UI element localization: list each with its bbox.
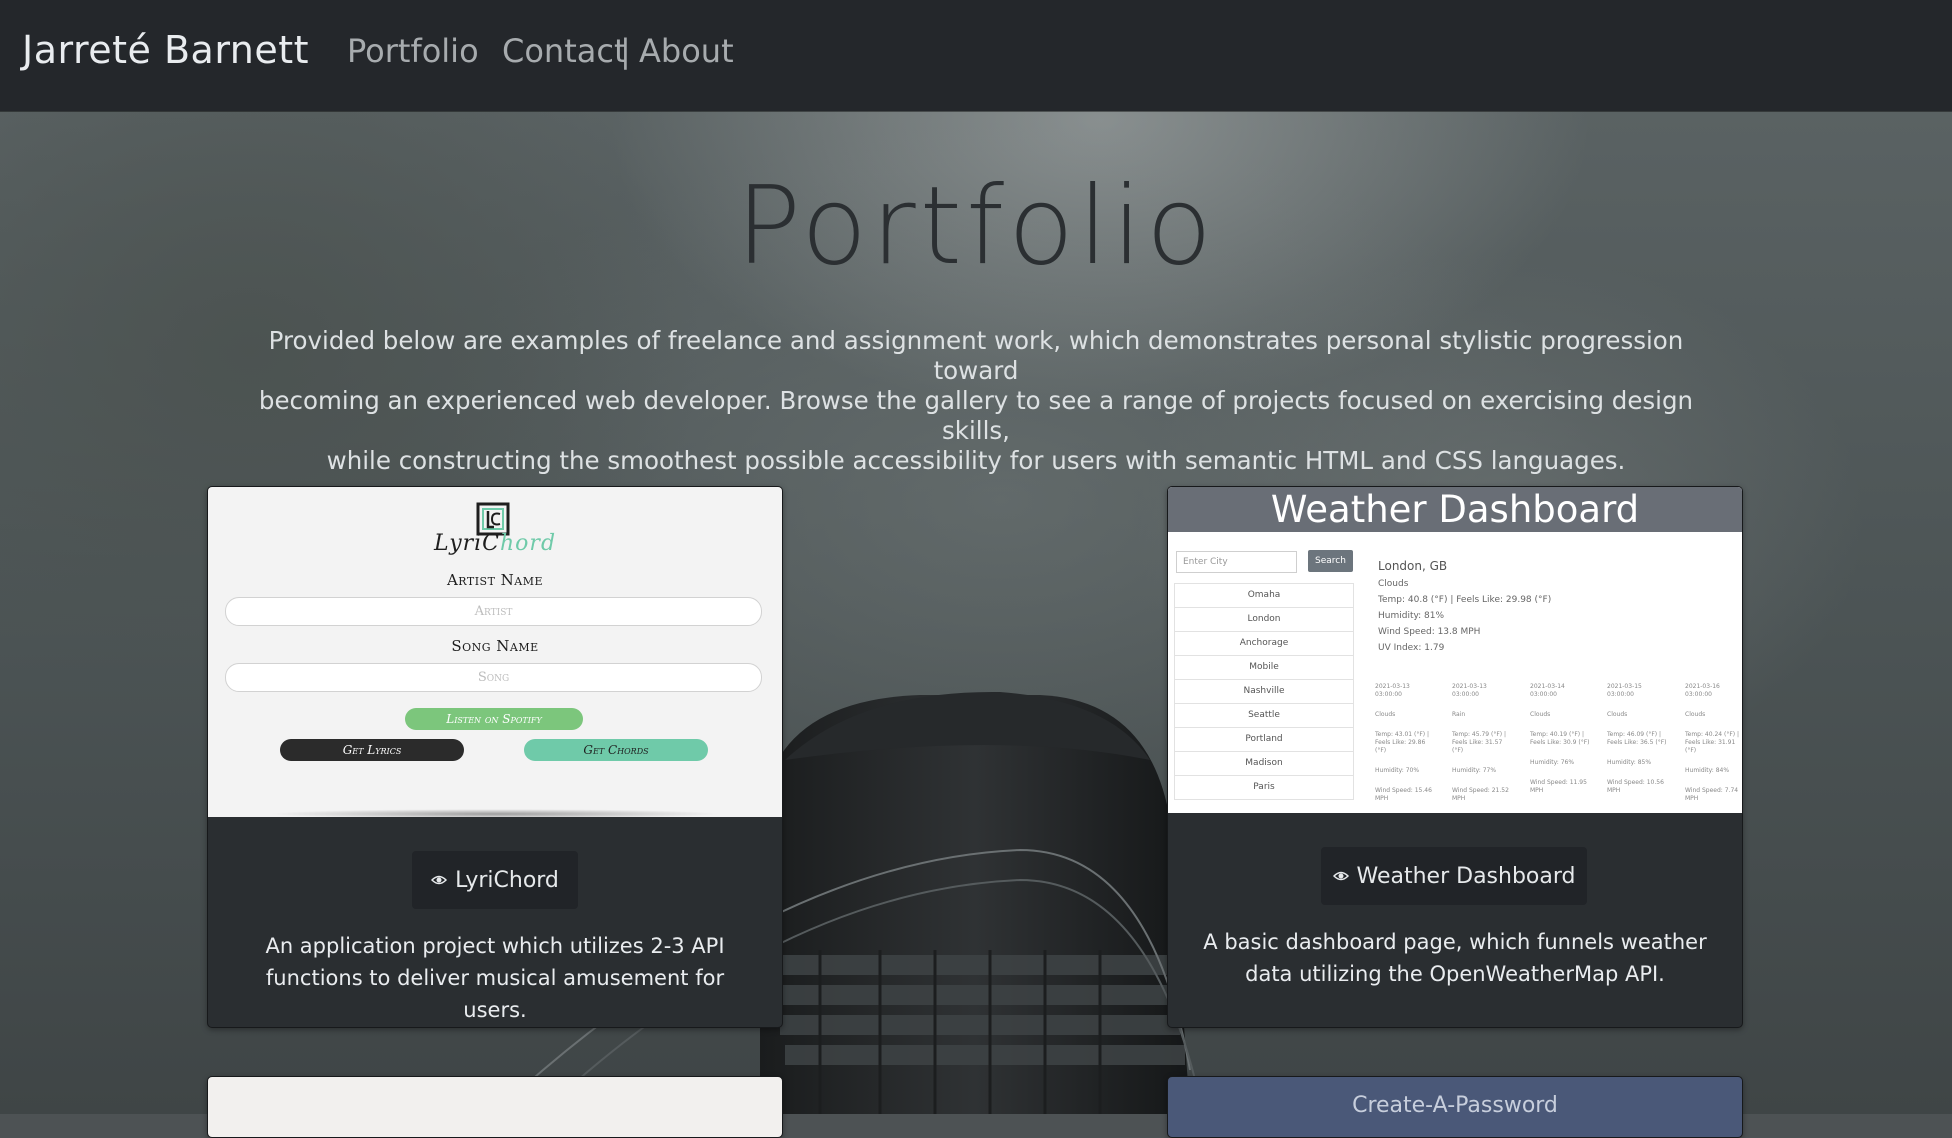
forecast-day: 2021-03-13 03:00:00 Clouds Temp: 43.01 (°F… [1375,683,1432,802]
brand-name[interactable]: Jarreté Barnett [22,28,309,74]
lyrichord-wordmark: LyriChord [433,531,557,556]
forecast-day: 2021-03-15 03:00:00 Clouds Temp: 46.09 (°F… [1607,683,1667,794]
eye-icon [431,875,448,885]
view-weather-button[interactable]: Weather Dashboard [1321,847,1587,905]
city-search-input: Enter City [1176,551,1297,573]
intro-line: while constructing the smoothest possibl… [326,446,1626,475]
city-item: Portland [1174,728,1354,752]
screenshot-shadow [268,809,722,817]
forecast-day: 2021-03-16 03:00:00 Clouds Temp: 40.24 (°F… [1685,683,1740,802]
project-card-weather: Weather Dashboard Enter City Search Omah… [1167,486,1743,1028]
city-item: Anchorage [1174,632,1354,656]
eye-icon [1332,871,1349,881]
artist-input: Artist [225,597,762,626]
page-title: Portfolio [735,164,1217,289]
lyrichord-screenshot[interactable]: LyriChord Artist Name Artist Song Name S… [208,487,782,817]
current-uv: UV Index: 1.79 [1378,643,1445,653]
weather-screenshot[interactable]: Weather Dashboard Enter City Search Omah… [1168,487,1742,813]
current-temp: Temp: 40.8 (°F) | Feels Like: 29.98 (°F) [1378,595,1552,605]
artist-label: Artist Name [446,571,544,589]
city-item: London [1174,608,1354,632]
project-card-3[interactable] [207,1076,783,1138]
nav-link-about[interactable]: About [639,32,734,70]
create-a-password-title: Create-A-Password [1352,1093,1558,1118]
get-chords-button: Get Chords [524,739,708,761]
nav-link-portfolio[interactable]: Portfolio [347,32,479,70]
project-card-lyrichord: LyriChord Artist Name Artist Song Name S… [207,486,783,1028]
intro-line: Provided below are examples of freelance… [268,326,1684,385]
current-wind: Wind Speed: 13.8 MPH [1378,627,1481,637]
weather-header: Weather Dashboard [1168,487,1742,532]
nav-separator: | [620,32,631,70]
description-line: data utilizing the OpenWeatherMap API. [1245,962,1665,986]
city-list: Omaha London Anchorage Mobile Nashville … [1174,583,1354,800]
song-input: Song [225,663,762,692]
description-line: A basic dashboard page, which funnels we… [1203,930,1707,954]
city-item: Nashville [1174,680,1354,704]
city-item: Omaha [1174,583,1354,608]
view-lyrichord-button[interactable]: LyriChord [412,851,578,909]
intro-line: becoming an experienced web developer. B… [258,386,1694,445]
forecast-day: 2021-03-13 03:00:00 Rain Temp: 45.79 (°F) … [1452,683,1509,802]
get-lyrics-button: Get Lyrics [280,739,464,761]
nav-link-contact[interactable]: Contact [502,32,627,70]
view-lyrichord-label: LyriChord [455,867,559,893]
city-item: Mobile [1174,656,1354,680]
page-intro: Provided below are examples of freelance… [250,326,1702,476]
city-item: Seattle [1174,704,1354,728]
song-label: Song Name [451,637,539,655]
weather-description: A basic dashboard page, which funnels we… [1198,926,1712,990]
city-search-button: Search [1308,550,1353,572]
current-city: London, GB [1378,559,1448,573]
lyrichord-description: An application project which utilizes 2-… [238,930,752,1026]
forecast-day: 2021-03-14 03:00:00 Clouds Temp: 40.19 (°F… [1530,683,1590,794]
city-item: Paris [1174,776,1354,800]
project-card-create-a-password[interactable]: Create-A-Password [1167,1076,1743,1138]
navbar: Jarreté Barnett Portfolio Contact | Abou… [0,0,1952,111]
description-line: An application project which utilizes 2-… [265,934,725,958]
view-weather-label: Weather Dashboard [1356,863,1576,889]
current-humidity: Humidity: 81% [1378,611,1445,621]
description-line: functions to deliver musical amusement f… [265,966,725,1022]
city-item: Madison [1174,752,1354,776]
current-conditions: Clouds [1378,579,1409,589]
spotify-button: Listen on Spotify [405,708,583,730]
